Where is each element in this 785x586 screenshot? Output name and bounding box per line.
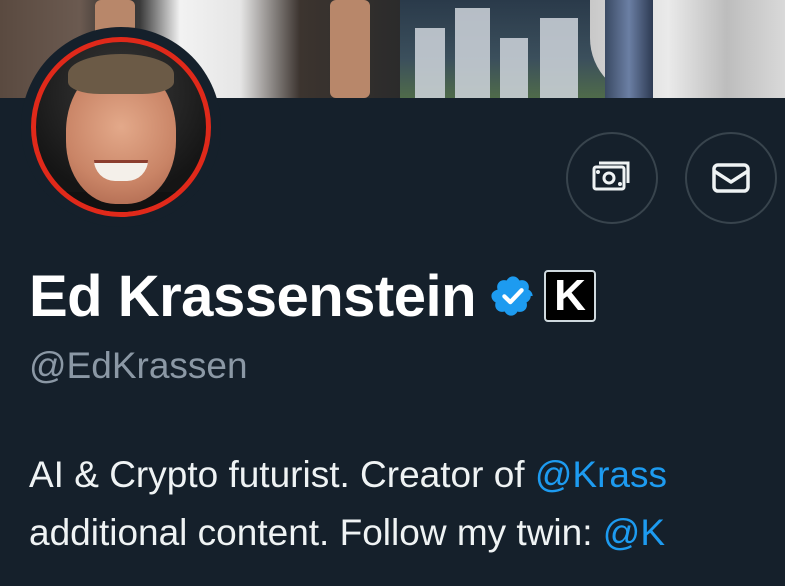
verified-badge-icon[interactable] [490,273,536,319]
mail-icon [712,163,750,193]
banner-arm-right [330,0,370,98]
user-handle: @EdKrassen [29,345,248,386]
bio-mention-link[interactable]: @Krass [535,454,667,495]
bio-line-1: AI & Crypto futurist. Creator of @Krass [29,454,667,495]
twin-mention-link[interactable]: @K [603,512,665,553]
name-row: Ed Krassenstein K [29,260,597,332]
affiliation-badge[interactable]: K [544,270,597,322]
message-button[interactable] [685,132,777,224]
profile-bio: AI & Crypto futurist. Creator of @Krass … [29,446,785,562]
avatar-container[interactable] [21,27,221,227]
display-name: Ed Krassenstein [29,263,477,329]
money-icon [592,161,630,191]
bio-line-2: additional content. Follow my twin: @K [29,512,666,553]
avatar[interactable] [31,37,211,217]
banner-tower [605,0,653,98]
tip-button[interactable] [566,132,658,224]
